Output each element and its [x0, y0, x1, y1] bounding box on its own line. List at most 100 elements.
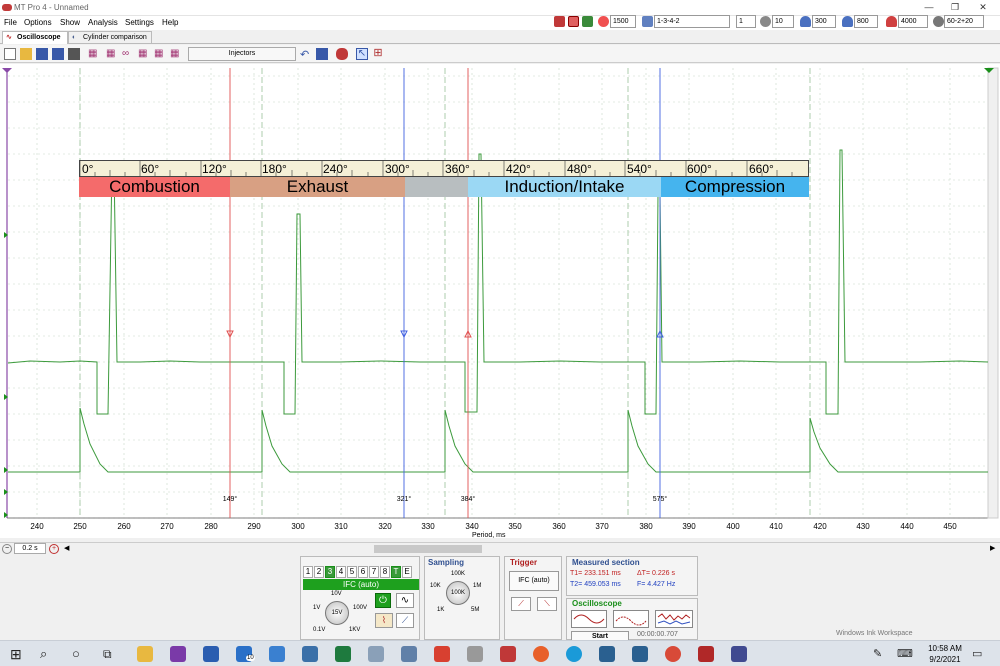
- pattern-4-icon[interactable]: ▦: [138, 48, 150, 60]
- menu-options[interactable]: Options: [24, 18, 52, 27]
- rpm-field[interactable]: 1500: [610, 15, 636, 28]
- car-tool-icon[interactable]: [336, 48, 348, 60]
- keyboard-icon[interactable]: ⌨: [897, 646, 913, 662]
- menu-help[interactable]: Help: [162, 18, 178, 27]
- print-icon[interactable]: [68, 48, 80, 60]
- mid-rpm-field[interactable]: 800: [854, 15, 878, 28]
- channel-mode-label[interactable]: IFC (auto): [303, 579, 419, 590]
- export-icon[interactable]: [316, 48, 328, 60]
- windows-start-icon[interactable]: ⊞: [10, 646, 26, 662]
- channel-3-button[interactable]: 3: [325, 566, 335, 578]
- record-icon[interactable]: [568, 16, 579, 27]
- wheel-pattern-select[interactable]: 60-2+20: [944, 15, 984, 28]
- low-rpm-field[interactable]: 300: [812, 15, 836, 28]
- voltage-range-knob[interactable]: 15V: [325, 601, 349, 625]
- car-icon[interactable]: [554, 16, 565, 27]
- zoom-in-icon[interactable]: +: [49, 544, 59, 554]
- app-icon[interactable]: [434, 646, 450, 662]
- new-file-icon[interactable]: [4, 48, 16, 60]
- app-icon[interactable]: [368, 646, 384, 662]
- channel-6-button[interactable]: 6: [358, 566, 368, 578]
- channel-e-button[interactable]: E: [402, 566, 412, 578]
- channel-7-button[interactable]: 7: [369, 566, 379, 578]
- open-folder-icon[interactable]: [20, 48, 32, 60]
- save-icon[interactable]: [36, 48, 48, 60]
- engine-icon[interactable]: [582, 16, 593, 27]
- scroll-left-icon[interactable]: ◀: [64, 545, 70, 553]
- high-rpm-field[interactable]: 4000: [898, 15, 928, 28]
- filter-icon[interactable]: ⌇: [375, 613, 393, 628]
- excel-icon[interactable]: [335, 646, 351, 662]
- menu-settings[interactable]: Settings: [125, 18, 154, 27]
- search-icon[interactable]: ⌕: [40, 646, 56, 662]
- mail-icon[interactable]: 10: [236, 646, 255, 662]
- app-icon[interactable]: [302, 646, 318, 662]
- clock-date[interactable]: 9/2/2021: [925, 655, 965, 664]
- file-explorer-icon[interactable]: [137, 646, 153, 662]
- menu-show[interactable]: Show: [60, 18, 80, 27]
- channel-t-button[interactable]: T: [391, 566, 401, 578]
- menu-analysis[interactable]: Analysis: [88, 18, 118, 27]
- chrome-icon[interactable]: [665, 646, 681, 662]
- app-icon[interactable]: [731, 646, 747, 662]
- cortana-icon[interactable]: ○: [72, 646, 88, 662]
- app-icon[interactable]: [401, 646, 417, 662]
- onenote-icon[interactable]: [170, 646, 186, 662]
- channel-5-button[interactable]: 5: [347, 566, 357, 578]
- app-icon[interactable]: [467, 646, 483, 662]
- pattern-2-icon[interactable]: ▦: [106, 48, 118, 60]
- cylinder-field[interactable]: 1: [736, 15, 756, 28]
- taskbar: ⊞ ⌕ ○ ⧉ 10 ✎ ⌨ 10:58 AM 9/2/2021 ▭: [0, 640, 1000, 666]
- trigger-falling-icon[interactable]: ⟍: [537, 597, 557, 611]
- mt-pro-icon[interactable]: [500, 646, 516, 662]
- pattern-5-icon[interactable]: ▦: [154, 48, 166, 60]
- save-as-icon[interactable]: [52, 48, 64, 60]
- firing-order-select[interactable]: 1-3-4-2: [654, 15, 730, 28]
- timebase-field[interactable]: 0.2 s: [14, 543, 46, 554]
- grid-tool-icon[interactable]: ⊞: [372, 48, 384, 60]
- channel-1-button[interactable]: 1: [303, 566, 313, 578]
- menu-file[interactable]: File: [4, 18, 17, 27]
- trigger-mode-button[interactable]: IFC (auto): [509, 571, 559, 591]
- degree-field[interactable]: 10: [772, 15, 794, 28]
- power-icon[interactable]: ⏻: [375, 593, 391, 608]
- notifications-icon[interactable]: ▭: [972, 646, 988, 662]
- cursor-tool-icon[interactable]: ↖: [356, 48, 368, 60]
- ac-coupling-icon[interactable]: ∿: [396, 593, 414, 608]
- pattern-3-icon[interactable]: ∞: [122, 48, 134, 60]
- firefox-icon[interactable]: [533, 646, 549, 662]
- trigger-marker[interactable]: [2, 68, 12, 73]
- pattern-1-icon[interactable]: ▦: [88, 48, 100, 60]
- mode-multi-icon[interactable]: [655, 610, 693, 628]
- scroll-right-icon[interactable]: ▶: [990, 545, 998, 553]
- sampling-label-1m: 1M: [473, 583, 482, 589]
- app-icon[interactable]: [698, 646, 714, 662]
- waveform-canvas[interactable]: [0, 64, 1000, 538]
- tab-cylinder-comparison[interactable]: ◐ Cylinder comparison: [68, 31, 152, 44]
- undo-icon[interactable]: ↶: [300, 48, 312, 61]
- clock-time[interactable]: 10:58 AM: [925, 644, 965, 653]
- channel-4-button[interactable]: 4: [336, 566, 346, 578]
- calculator-icon[interactable]: [269, 646, 285, 662]
- pattern-6-icon[interactable]: ▦: [170, 48, 182, 60]
- mode-normal-icon[interactable]: [571, 610, 607, 628]
- scroll-thumb[interactable]: [374, 545, 482, 553]
- invert-icon[interactable]: ⟋: [396, 613, 414, 628]
- x-tick: 240: [30, 522, 44, 531]
- trigger-rising-icon[interactable]: ⟋: [511, 597, 531, 611]
- zoom-out-icon[interactable]: −: [2, 544, 12, 554]
- oscilloscope-plot[interactable]: [0, 64, 1000, 538]
- sampling-rate-knob[interactable]: 100K: [446, 581, 470, 605]
- task-view-icon[interactable]: ⧉: [103, 646, 119, 662]
- plot-right-scroll[interactable]: [987, 67, 999, 519]
- word-icon[interactable]: [203, 646, 219, 662]
- app-icon[interactable]: [599, 646, 615, 662]
- channel-2-button[interactable]: 2: [314, 566, 324, 578]
- injectors-button[interactable]: Injectors: [188, 47, 296, 61]
- app-icon[interactable]: [632, 646, 648, 662]
- edge-icon[interactable]: [566, 646, 582, 662]
- pen-icon[interactable]: ✎: [873, 646, 889, 662]
- tab-oscilloscope[interactable]: ∿ Oscilloscope: [2, 31, 68, 44]
- channel-8-button[interactable]: 8: [380, 566, 390, 578]
- mode-recorder-icon[interactable]: [613, 610, 649, 628]
